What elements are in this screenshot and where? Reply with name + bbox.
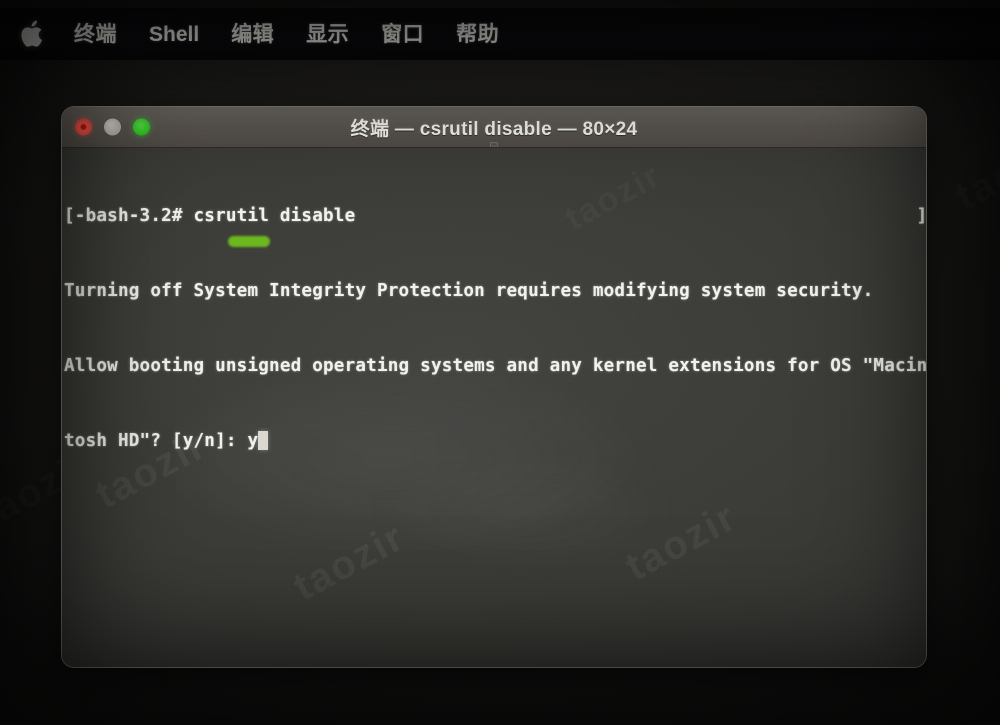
- terminal-line: Allow booting unsigned operating systems…: [64, 356, 926, 376]
- minimize-button-icon[interactable]: [104, 118, 121, 136]
- window-title-bar[interactable]: 终端 — csrutil disable — 80×24 ▭: [62, 107, 926, 150]
- menu-item-shell[interactable]: Shell: [133, 24, 215, 45]
- terminal-window[interactable]: 终端 — csrutil disable — 80×24 ▭ taozir ta…: [62, 107, 926, 667]
- terminal-prompt-answer: tosh HD"? [y/n]: y: [64, 431, 259, 451]
- watermark: taozir: [948, 125, 1000, 220]
- close-button-icon[interactable]: [75, 118, 92, 136]
- zoom-button-icon[interactable]: [133, 118, 150, 136]
- traffic-light-buttons[interactable]: [75, 118, 150, 136]
- menu-bar[interactable]: 终端 Shell 编辑 显示 窗口 帮助: [0, 8, 1000, 60]
- menu-item-terminal[interactable]: 终端: [58, 24, 133, 45]
- menu-item-help[interactable]: 帮助: [440, 24, 515, 45]
- terminal-content-area[interactable]: taozir taozir taozir taozir [-bash-3.2# …: [62, 148, 926, 667]
- terminal-line-input: tosh HD"? [y/n]: y: [64, 429, 926, 454]
- menu-item-edit[interactable]: 编辑: [215, 24, 290, 45]
- window-title: 终端 — csrutil disable — 80×24: [350, 118, 638, 140]
- text-cursor: [258, 431, 269, 450]
- highlight-annotation: [228, 236, 270, 247]
- terminal-line: Turning off System Integrity Protection …: [64, 281, 874, 301]
- watermark: taozir: [618, 494, 744, 590]
- menu-item-window[interactable]: 窗口: [365, 24, 440, 45]
- terminal-line: [-bash-3.2# csrutil disable ]: [64, 206, 926, 226]
- menu-item-view[interactable]: 显示: [290, 24, 365, 45]
- apple-logo-icon[interactable]: [18, 19, 44, 49]
- terminal-output: [-bash-3.2# csrutil disable ] Turning of…: [62, 154, 926, 504]
- watermark: taozir: [286, 514, 412, 610]
- screen-photograph: taozir taozir 终端 Shell 编辑 显示 窗口 帮助 终端 — …: [0, 0, 1000, 725]
